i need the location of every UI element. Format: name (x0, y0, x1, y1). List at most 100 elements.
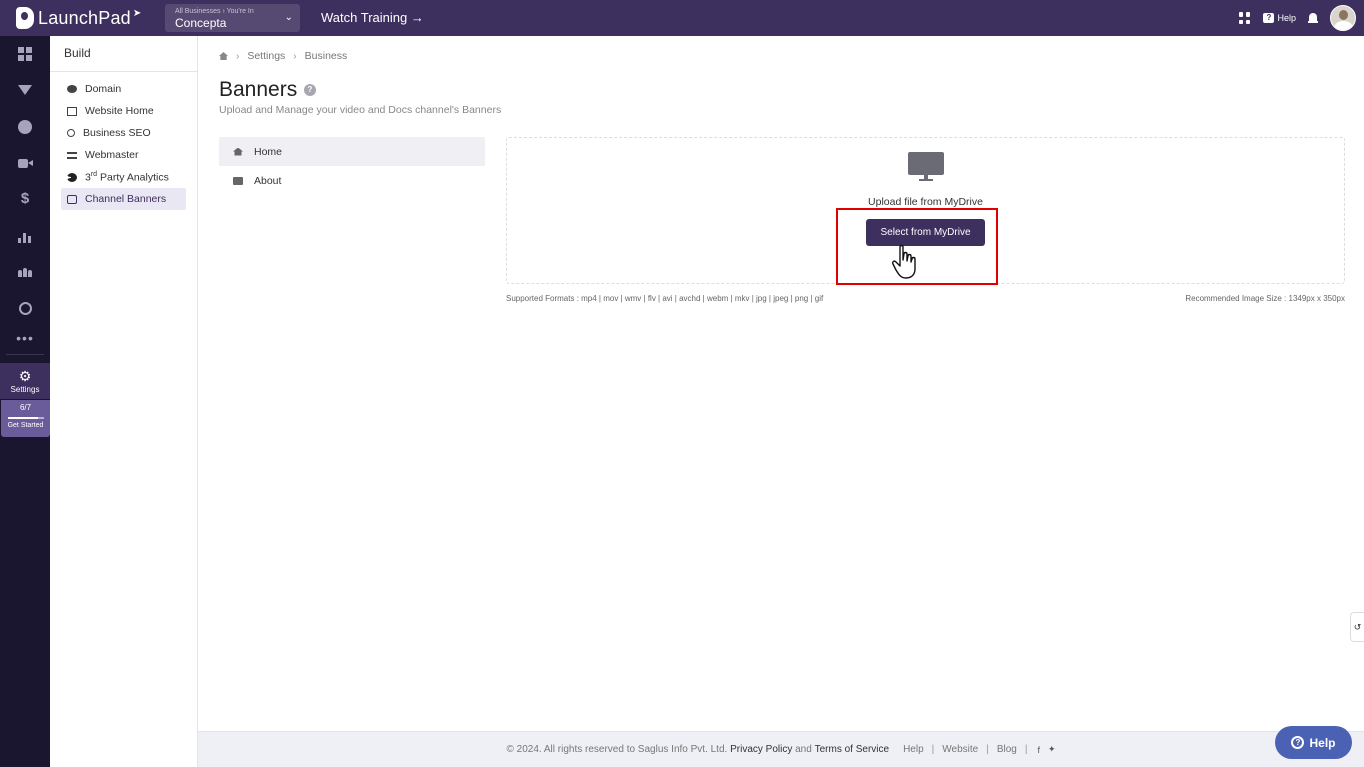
analytics-icon (67, 172, 77, 182)
domain-icon (67, 85, 77, 93)
breadcrumb: › Settings › Business (219, 50, 347, 62)
apps-grid-icon[interactable] (1239, 12, 1251, 24)
main-content: › Settings › Business Banners ? Upload a… (198, 36, 1364, 731)
supported-formats: Supported Formats : mp4 | mov | wmv | fl… (506, 294, 824, 303)
sidebar-item-label: Webmaster (85, 149, 139, 161)
business-name: Concepta (175, 16, 227, 30)
get-started-label: Get Started (7, 422, 44, 429)
help-circle-icon: ? (1291, 736, 1305, 749)
hand-cursor-icon (892, 244, 916, 279)
chevron-right-icon: › (293, 50, 297, 62)
sidebar-item-business-seo[interactable]: Business SEO (61, 122, 186, 144)
help-circle-icon[interactable]: ? (304, 84, 316, 96)
rail-settings[interactable]: ⚙ Settings (0, 363, 50, 399)
footer: © 2024. All rights reserved to Saglus In… (198, 731, 1364, 767)
footer-help-link[interactable]: Help (903, 744, 924, 755)
sidebar-item-label: Website Home (85, 105, 154, 117)
home-icon (233, 147, 243, 156)
rail-website[interactable] (0, 109, 50, 145)
briefcase-icon (233, 176, 243, 185)
seo-icon (67, 129, 75, 137)
help-link-label: Help (1277, 13, 1296, 23)
top-bar: LaunchPad ➤ All Businesses › You're In C… (0, 0, 1364, 36)
rail-video[interactable] (0, 145, 50, 181)
users-icon (18, 267, 32, 277)
get-started-progress[interactable]: 6/7 Get Started (1, 400, 50, 437)
privacy-policy-link[interactable]: Privacy Policy (730, 744, 792, 755)
brand-name: LaunchPad (38, 7, 131, 28)
twitter-icon[interactable]: ✦ (1048, 744, 1056, 755)
breadcrumb-business[interactable]: Business (305, 50, 348, 62)
rail-analytics[interactable] (0, 218, 50, 254)
copyright-text: © 2024. All rights reserved to Saglus In… (506, 744, 728, 755)
sidebar-item-label: 3rd Party Analytics (85, 170, 169, 184)
home-icon[interactable] (219, 52, 228, 60)
progress-bar (7, 417, 44, 419)
tab-label: About (254, 174, 282, 187)
select-from-mydrive-button[interactable]: Select from MyDrive (866, 219, 985, 246)
globe-icon (18, 120, 32, 134)
sidebar-item-third-party-analytics[interactable]: 3rd Party Analytics (61, 166, 186, 188)
website-icon (67, 106, 77, 116)
user-avatar[interactable] (1330, 5, 1356, 31)
feedback-side-tab[interactable]: ↺ (1350, 612, 1364, 642)
footer-divider: | (931, 744, 935, 755)
webmaster-icon (67, 151, 77, 159)
footer-and: and (795, 744, 812, 755)
rail-dashboard[interactable] (0, 36, 50, 72)
gauge-icon (18, 301, 32, 315)
sidebar-item-website-home[interactable]: Website Home (61, 100, 186, 122)
help-floating-label: Help (1309, 735, 1336, 750)
help-question-icon: ? (1263, 13, 1275, 23)
rail-settings-label: Settings (10, 384, 40, 394)
facebook-icon[interactable]: f (1037, 745, 1040, 755)
footer-website-link[interactable]: Website (942, 744, 978, 755)
tab-about[interactable]: About (219, 166, 485, 195)
footer-blog-link[interactable]: Blog (997, 744, 1017, 755)
tab-label: Home (254, 145, 283, 158)
sidebar-item-webmaster[interactable]: Webmaster (61, 144, 186, 166)
rocket-icon: ➤ (132, 7, 142, 19)
terms-link[interactable]: Terms of Service (815, 744, 889, 755)
upload-dropzone[interactable]: Upload file from MyDrive Select from MyD… (506, 137, 1345, 284)
dashboard-icon (18, 47, 32, 61)
chevron-right-icon: › (236, 50, 240, 62)
notification-bell-icon[interactable] (1308, 12, 1318, 24)
banner-icon (67, 194, 77, 204)
sidebar-item-label: Channel Banners (85, 193, 167, 205)
rail-funnel[interactable] (0, 72, 50, 108)
recommended-size: Recommended Image Size : 1349px x 350px (1185, 294, 1345, 303)
footer-divider: | (1024, 744, 1028, 755)
rail-more[interactable]: ••• (0, 320, 50, 356)
page-subtitle: Upload and Manage your video and Docs ch… (219, 104, 502, 116)
breadcrumb-settings[interactable]: Settings (247, 50, 285, 62)
rail-contacts[interactable] (0, 254, 50, 290)
banner-tabs: Home About (219, 137, 485, 195)
gear-icon: ⚙ (18, 367, 32, 384)
chevron-down-icon: ⌄ (284, 12, 293, 23)
sidebar-item-domain[interactable]: Domain (61, 78, 186, 100)
business-switcher[interactable]: All Businesses › You're In Concepta ⌄ (165, 4, 300, 32)
monitor-icon (908, 152, 944, 182)
progress-count: 6/7 (19, 403, 32, 412)
help-floating-button[interactable]: ? Help (1275, 726, 1352, 759)
sidebar-item-label: Business SEO (83, 127, 151, 139)
dollar-icon: $ (20, 190, 30, 207)
watch-training-link[interactable]: Watch Training → (321, 10, 424, 25)
logo-mark-icon (16, 7, 34, 29)
upload-label: Upload file from MyDrive (868, 196, 983, 208)
sidebar-item-channel-banners[interactable]: Channel Banners (61, 188, 186, 210)
primary-rail: $ ••• ⚙ Settings 6/7 Get Started (0, 36, 50, 767)
footer-divider: | (986, 744, 989, 755)
page-title: Banners (219, 78, 298, 101)
rail-payments[interactable]: $ (0, 181, 50, 217)
tab-home[interactable]: Home (219, 137, 485, 166)
sidebar-item-label: Domain (85, 83, 122, 95)
help-link[interactable]: ? Help (1263, 13, 1296, 23)
sidebar-title: Build (50, 36, 197, 72)
rail-divider (6, 354, 44, 355)
launchpad-logo[interactable]: LaunchPad ➤ (16, 0, 156, 36)
build-sidebar: Build Domain Website Home Business SEO W… (50, 36, 198, 767)
more-dots-icon: ••• (16, 330, 34, 346)
progress-bar-fill (7, 417, 39, 419)
